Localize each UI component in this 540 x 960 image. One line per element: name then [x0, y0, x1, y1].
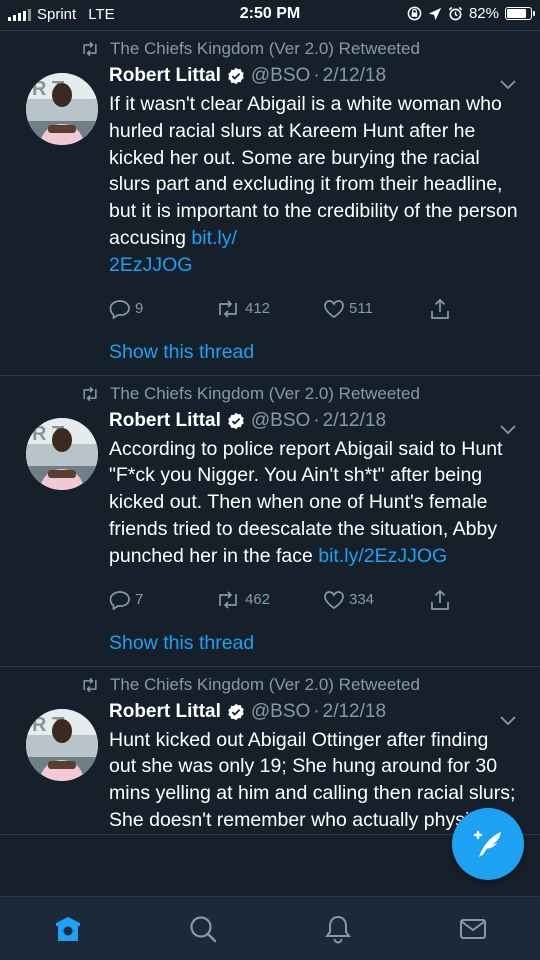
separator-dot: ·	[313, 65, 320, 86]
show-this-thread-link[interactable]: Show this thread	[109, 620, 520, 666]
tweet-text-body: Hunt kicked out Abigail Ottinger after f…	[109, 728, 516, 831]
home-icon	[55, 916, 80, 941]
author-handle[interactable]: @BSO	[251, 410, 310, 432]
retweet-icon	[83, 41, 97, 57]
author-name[interactable]: Robert Littal	[109, 701, 221, 723]
tweet-link[interactable]: bit.ly/2EzJJOG	[318, 545, 447, 567]
screen-rotation-lock-icon	[407, 6, 422, 21]
tweet-date: 2/12/18	[322, 65, 387, 86]
author-handle[interactable]: @BSO	[251, 65, 310, 87]
avatar[interactable]: R T	[26, 73, 98, 145]
retweet-count: 412	[245, 300, 271, 318]
verified-badge-icon	[228, 703, 244, 720]
notifications-bell-icon	[324, 915, 351, 943]
avatar[interactable]: R T	[26, 708, 98, 781]
retweet-icon	[219, 299, 237, 318]
tweet[interactable]: The Chiefs Kingdom (Ver 2.0) Retweeted R…	[0, 31, 540, 376]
retweet-button[interactable]: 462	[215, 590, 323, 610]
tweet-date: 2/12/18	[322, 409, 387, 431]
status-bar: Sprint LTE 2:50 PM 82%	[0, 0, 540, 30]
tab-notifications[interactable]	[270, 897, 405, 960]
battery-percent: 82%	[468, 5, 499, 22]
tab-home[interactable]	[0, 897, 135, 960]
retweet-icon	[83, 677, 97, 692]
like-count: 511	[349, 300, 373, 318]
like-button[interactable]: 511	[323, 299, 429, 319]
share-button[interactable]	[429, 589, 451, 611]
separator-dot: ·	[313, 409, 320, 431]
bottom-tab-bar	[0, 896, 540, 960]
retweet-context: The Chiefs Kingdom (Ver 2.0) Retweeted	[0, 31, 540, 61]
retweet-button[interactable]: 412	[215, 299, 323, 319]
reply-count: 9	[135, 300, 144, 318]
heart-icon	[324, 590, 344, 609]
profile-photo: R T	[26, 73, 98, 145]
retweet-count: 462	[245, 591, 271, 609]
share-icon	[431, 589, 449, 610]
show-this-thread-link[interactable]: Show this thread	[109, 329, 520, 375]
tab-messages[interactable]	[405, 897, 540, 960]
chevron-down-icon[interactable]	[500, 715, 516, 727]
separator-dot: ·	[313, 700, 320, 722]
timeline-feed[interactable]: The Chiefs Kingdom (Ver 2.0) Retweeted R…	[0, 30, 540, 896]
search-icon	[189, 915, 216, 942]
tweet-text: According to police report Abigail said …	[109, 436, 520, 570]
author-name[interactable]: Robert Littal	[109, 410, 221, 432]
reply-button[interactable]: 7	[109, 590, 215, 610]
retweet-icon	[83, 386, 97, 401]
retweet-icon	[219, 590, 237, 609]
chevron-down-icon[interactable]	[500, 79, 516, 91]
reply-icon	[109, 590, 130, 610]
share-icon	[431, 298, 449, 319]
like-count: 334	[349, 591, 375, 609]
battery-icon	[505, 7, 535, 20]
retweet-context: The Chiefs Kingdom (Ver 2.0) Retweeted	[0, 376, 540, 406]
tab-search[interactable]	[135, 897, 270, 960]
compose-tweet-button[interactable]	[452, 808, 524, 880]
compose-tweet-icon	[473, 830, 501, 857]
messages-envelope-icon	[459, 918, 486, 939]
profile-photo: R T	[26, 708, 98, 781]
tweet-text-body: If it wasn't clear Abigail is a white wo…	[109, 93, 518, 249]
reply-count: 7	[135, 591, 144, 609]
tweet[interactable]: The Chiefs Kingdom (Ver 2.0) Retweeted R…	[0, 667, 540, 835]
retweeted-by-label: The Chiefs Kingdom (Ver 2.0) Retweeted	[110, 383, 420, 403]
tweet-actions: 9 412 511	[109, 291, 520, 327]
reply-icon	[109, 299, 130, 319]
share-button[interactable]	[429, 298, 451, 320]
tweet-date: 2/12/18	[322, 700, 387, 722]
tweet-text: If it wasn't clear Abigail is a white wo…	[109, 91, 520, 279]
tweet[interactable]: The Chiefs Kingdom (Ver 2.0) Retweeted R…	[0, 376, 540, 667]
retweeted-by-label: The Chiefs Kingdom (Ver 2.0) Retweeted	[110, 39, 420, 58]
author-name[interactable]: Robert Littal	[109, 65, 221, 87]
retweeted-by-label: The Chiefs Kingdom (Ver 2.0) Retweeted	[110, 674, 420, 694]
author-handle[interactable]: @BSO	[251, 701, 310, 723]
like-button[interactable]: 334	[323, 590, 429, 610]
alarm-clock-icon	[448, 6, 463, 21]
retweet-context: The Chiefs Kingdom (Ver 2.0) Retweeted	[0, 667, 540, 697]
avatar[interactable]: R T	[26, 417, 98, 490]
verified-badge-icon	[228, 67, 244, 85]
heart-icon	[324, 299, 344, 318]
verified-badge-icon	[228, 412, 244, 429]
tweet-actions: 7 462 334	[109, 582, 520, 618]
reply-button[interactable]: 9	[109, 299, 215, 319]
location-arrow-icon	[428, 7, 442, 20]
tweet-text: Hunt kicked out Abigail Ottinger after f…	[109, 727, 520, 834]
chevron-down-icon[interactable]	[500, 424, 516, 436]
profile-photo: R T	[26, 417, 98, 490]
